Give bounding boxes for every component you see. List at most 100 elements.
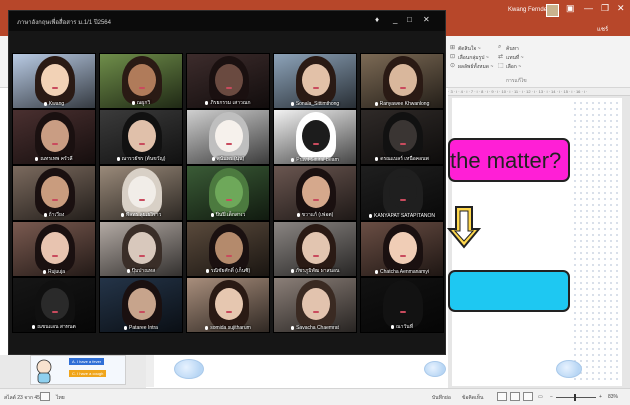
ribbon-display-options-icon[interactable]: ▣ bbox=[566, 3, 575, 14]
participant-face bbox=[215, 120, 243, 152]
microphone-icon bbox=[290, 268, 294, 273]
participant-tile[interactable]: ณาวันที่ bbox=[360, 277, 444, 333]
participant-name-text: รณิชัยศักดิ์ (เก็นซิ) bbox=[210, 268, 251, 274]
microphone-icon bbox=[205, 268, 209, 273]
participant-face bbox=[215, 288, 243, 320]
participant-mouth bbox=[139, 311, 145, 313]
microphone-icon bbox=[374, 101, 378, 106]
zoom-out-icon[interactable]: − bbox=[550, 394, 553, 400]
participant-name: ณขนเเอน สาหนต bbox=[13, 323, 95, 331]
participant-mouth bbox=[226, 255, 232, 257]
microphone-icon bbox=[210, 212, 214, 217]
participant-tile[interactable]: Pataree Intra bbox=[99, 277, 183, 333]
answer-bar[interactable] bbox=[448, 270, 570, 312]
down-arrow-shape[interactable] bbox=[447, 205, 481, 249]
participant-tile[interactable]: Sonala_Sittimthong bbox=[273, 53, 357, 109]
participant-tile[interactable]: Chatcha Aenmanamyi bbox=[360, 221, 444, 277]
participant-name: ณารวยัชร (ต้นขวัญ) bbox=[100, 155, 182, 163]
participant-mouth bbox=[139, 255, 145, 257]
participant-tile[interactable]: ณารวยัชร (ต้นขวัญ) bbox=[99, 109, 183, 165]
ribbon-item-0[interactable]: ตัดสินใจ ~ bbox=[458, 45, 481, 53]
normal-view-icon[interactable] bbox=[497, 392, 507, 401]
slide-thumbnail[interactable]: A. I have a fever C. I have a cough bbox=[30, 355, 126, 385]
participant-tile[interactable]: Pravit Sittirai Beam bbox=[273, 109, 357, 165]
participant-tile[interactable]: KANYAPAT SATAPITANON bbox=[360, 165, 444, 221]
participant-tile[interactable]: ปุ๊มปาณทส bbox=[99, 221, 183, 277]
zoom-in-icon[interactable]: + bbox=[599, 394, 602, 400]
minimize-icon[interactable]: _ bbox=[393, 15, 397, 24]
participant-tile[interactable]: Kwang bbox=[12, 53, 96, 109]
participant-name-text: Kwang bbox=[48, 101, 65, 107]
participant-name-text: ณผูกวิ bbox=[136, 100, 151, 106]
participant-tile[interactable]: ขวาแก้ (เฟอต) bbox=[273, 165, 357, 221]
participant-name-text: Chatcha Aenmanamyi bbox=[380, 269, 429, 275]
participant-face bbox=[389, 64, 417, 96]
spellcheck-icon[interactable] bbox=[40, 392, 50, 401]
participant-face bbox=[41, 288, 69, 320]
replace-button[interactable]: แทนที่ ~ bbox=[506, 54, 524, 62]
participant-name: ปุ๊มปาณทส bbox=[100, 267, 182, 275]
participant-name: Ranyawee Khwanlong bbox=[361, 101, 443, 107]
participant-tile[interactable]: ภิรยกรรม เสาวณก bbox=[186, 53, 270, 109]
participant-tile[interactable]: ณทรเทพ ครัวลี bbox=[12, 109, 96, 165]
participant-tile[interactable]: somida sujitharum bbox=[186, 277, 270, 333]
participant-tile[interactable]: ณผูกวิ bbox=[99, 53, 183, 109]
slide-sorter-icon[interactable] bbox=[510, 392, 520, 401]
participant-name-text: KANYAPAT SATAPITANON bbox=[373, 213, 436, 219]
participant-face bbox=[389, 176, 417, 208]
participant-name: Chatcha Aenmanamyi bbox=[361, 269, 443, 275]
comments-button[interactable]: ข้อคิดเห็น bbox=[462, 394, 483, 402]
restore-icon[interactable]: ❐ bbox=[601, 3, 609, 14]
bubble-text: the matter? bbox=[450, 148, 562, 173]
participant-tile[interactable]: ปิ่นปิ่ เด็กสาเว bbox=[186, 165, 270, 221]
language-indicator[interactable]: ไทย bbox=[56, 394, 65, 402]
thumb-option-c: C. I have a cough bbox=[69, 370, 107, 377]
minimize-icon[interactable]: — bbox=[584, 3, 593, 13]
ribbon-item-2[interactable]: ผลลัพธ์ทั้งหมด ~ bbox=[458, 63, 493, 71]
convert-icon: ⊡ bbox=[450, 54, 456, 60]
participant-face bbox=[389, 288, 417, 320]
participant-tile[interactable]: ภัชรภูมิพัฒ ผาสนอน bbox=[273, 221, 357, 277]
participant-tile[interactable]: Savacha Chaemrat bbox=[273, 277, 357, 333]
participant-name: Savacha Chaemrat bbox=[274, 325, 356, 331]
zoom-level[interactable]: 83% bbox=[608, 394, 618, 400]
speech-bubble[interactable]: the matter? bbox=[448, 138, 570, 182]
find-button[interactable]: ค้นหา bbox=[506, 45, 519, 53]
participant-tile[interactable]: ณขนเเอน สาหนต bbox=[12, 277, 96, 333]
participant-face bbox=[215, 176, 243, 208]
microphone-icon bbox=[368, 213, 372, 218]
microphone-icon bbox=[120, 212, 124, 217]
participant-tile[interactable]: ฟัลทร ลุยเยวิราว bbox=[99, 165, 183, 221]
close-icon[interactable]: ✕ bbox=[617, 3, 625, 14]
reading-view-icon[interactable] bbox=[523, 392, 533, 401]
account-name[interactable]: Kwang Ferndee bbox=[508, 7, 550, 13]
participant-mouth bbox=[400, 143, 406, 145]
find-icon: ⌕ bbox=[498, 44, 502, 50]
dot-pattern bbox=[572, 100, 620, 382]
select-button[interactable]: เลือก ~ bbox=[506, 63, 521, 71]
participant-name: KANYAPAT SATAPITANON bbox=[361, 213, 443, 219]
share-button[interactable]: แชร์ bbox=[597, 24, 608, 34]
participant-tile[interactable]: ถ้าเวียง bbox=[12, 165, 96, 221]
slideshow-icon[interactable]: ▭ bbox=[538, 394, 543, 400]
participant-tile[interactable]: Ranyawee Khwanlong bbox=[360, 53, 444, 109]
maximize-icon[interactable]: □ bbox=[407, 15, 412, 24]
vertical-scrollbar[interactable] bbox=[146, 355, 154, 387]
participant-tile[interactable]: Rujuuja bbox=[12, 221, 96, 277]
participant-name-text: Pravit Sittirai Beam bbox=[296, 157, 339, 163]
notes-button[interactable]: บันทึกย่อ bbox=[432, 394, 451, 402]
ribbon-item-1[interactable]: เลื่อนกลุ่มรูป ~ bbox=[458, 54, 489, 62]
account-avatar[interactable] bbox=[546, 4, 559, 17]
participant-mouth bbox=[400, 87, 406, 89]
microphone-icon bbox=[32, 324, 36, 329]
zoom-slider-thumb[interactable] bbox=[574, 394, 576, 401]
zoom-slider[interactable] bbox=[556, 397, 596, 398]
fish-decoration-icon bbox=[556, 360, 582, 378]
participant-mouth bbox=[139, 143, 145, 145]
pin-icon[interactable]: ♦ bbox=[375, 15, 379, 24]
participant-tile[interactable]: ดรณแบลร์ เหนือคอนพ bbox=[360, 109, 444, 165]
participant-tile[interactable]: สุนันทร (นุ่น) bbox=[186, 109, 270, 165]
participant-tile[interactable]: รณิชัยศักดิ์ (เก็นซิ) bbox=[186, 221, 270, 277]
close-icon[interactable]: ✕ bbox=[423, 15, 430, 24]
effects-icon: ⊙ bbox=[450, 63, 456, 69]
